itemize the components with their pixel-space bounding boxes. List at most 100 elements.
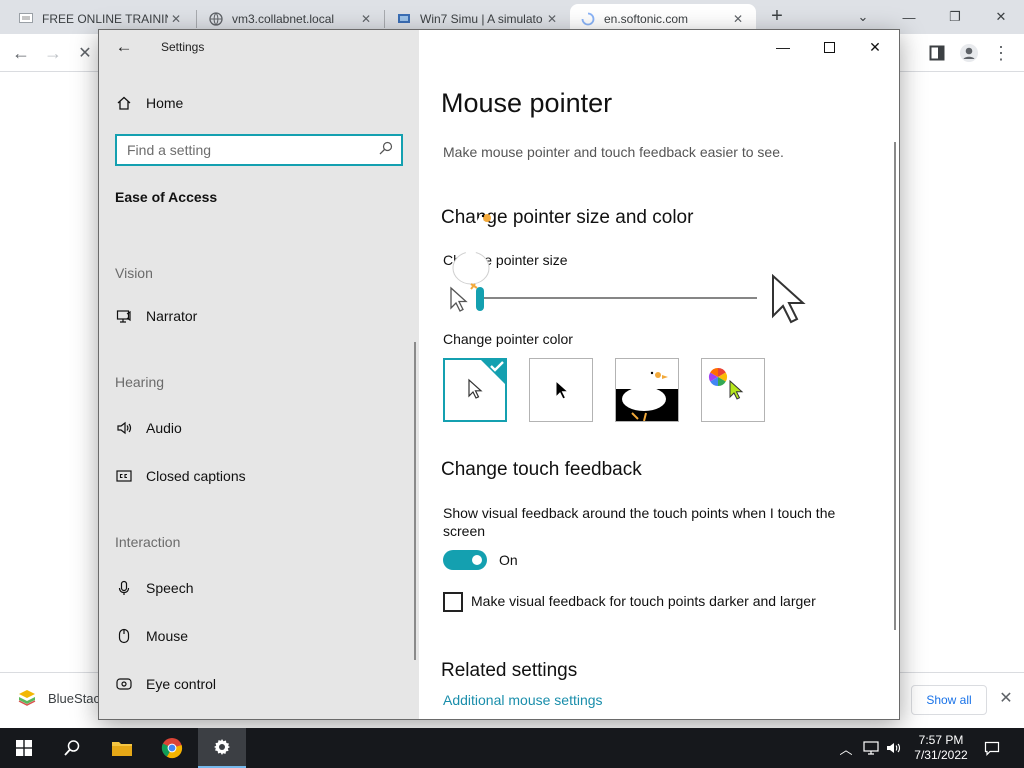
sidebar-item-mouse[interactable]: Mouse: [115, 627, 188, 645]
settings-content: — ✕ Mouse pointer Make mouse pointer and…: [419, 30, 899, 719]
tab-title: FREE ONLINE TRAINING: [42, 12, 168, 26]
settings-window: ← Settings Home Ease of Access Vision: [98, 29, 900, 720]
chrome-icon: [161, 738, 183, 759]
tab-separator: [196, 10, 197, 28]
sidebar-item-home[interactable]: Home: [115, 94, 183, 112]
search-taskbar-button[interactable]: [48, 728, 96, 768]
volume-icon[interactable]: [884, 728, 904, 768]
touch-feedback-toggle[interactable]: [443, 550, 487, 570]
tab-title: en.softonic.com: [604, 12, 689, 26]
action-center-icon[interactable]: [980, 728, 1004, 768]
chrome-taskbar-button[interactable]: [148, 728, 196, 768]
sidebar-item-eye-control[interactable]: Eye control: [115, 675, 216, 693]
sidebar-item-narrator[interactable]: Narrator: [115, 307, 197, 325]
touch-feedback-description: Show visual feedback around the touch po…: [443, 505, 836, 539]
settings-sidebar: ← Settings Home Ease of Access Vision: [99, 30, 419, 719]
forward-arrow-icon[interactable]: →: [40, 40, 66, 66]
new-tab-button[interactable]: +: [766, 6, 788, 28]
browser-restore-button[interactable]: ❐: [932, 4, 978, 30]
presentation-favicon: [18, 11, 34, 27]
sidebar-item-label: Audio: [146, 420, 182, 436]
goose-mascot-icon: [452, 214, 491, 290]
sidebar-scrollbar[interactable]: [414, 342, 416, 660]
network-icon[interactable]: [860, 728, 882, 768]
page-title: Mouse pointer: [441, 88, 613, 118]
browser-close-button[interactable]: ✕: [978, 4, 1024, 30]
darker-feedback-checkbox[interactable]: [443, 592, 463, 612]
black-pointer-icon: [555, 379, 570, 400]
stop-loading-icon[interactable]: ✕: [72, 40, 98, 66]
pointer-size-slider-thumb[interactable]: [476, 287, 484, 311]
pointer-color-custom[interactable]: [701, 358, 765, 422]
small-pointer-icon: [450, 286, 468, 312]
tab-separator: [384, 10, 385, 28]
side-panel-icon[interactable]: [924, 40, 950, 66]
page-subtitle: Make mouse pointer and touch feedback ea…: [443, 144, 784, 160]
clock-time: 7:57 PM: [918, 733, 964, 747]
app-title: Settings: [161, 40, 205, 54]
group-heading-vision: Vision: [115, 265, 153, 281]
custom-pointer-icon: [729, 379, 744, 400]
group-heading-hearing: Hearing: [115, 374, 165, 390]
sidebar-item-audio[interactable]: Audio: [115, 419, 182, 437]
inverted-pointer-icon: [616, 359, 678, 421]
profile-avatar-icon[interactable]: [956, 40, 982, 66]
close-tab-icon[interactable]: ✕: [544, 11, 560, 27]
back-arrow-icon[interactable]: ←: [113, 36, 135, 58]
tab-title: vm3.collabnet.local: [232, 12, 335, 26]
closed-captions-icon: [115, 467, 133, 485]
pointer-color-inverted[interactable]: [615, 358, 679, 422]
toggle-state-label: On: [499, 552, 518, 568]
browser-minimize-button[interactable]: —: [886, 4, 932, 30]
close-download-bar-icon[interactable]: ✕: [996, 689, 1016, 709]
pointer-color-black[interactable]: [529, 358, 593, 422]
search-icon[interactable]: [379, 141, 395, 157]
folder-icon: [112, 742, 132, 756]
browser-menu-icon[interactable]: ⋮: [988, 40, 1014, 66]
mouse-icon: [115, 627, 133, 645]
globe-icon: [208, 11, 224, 27]
search-input[interactable]: [117, 136, 367, 164]
sidebar-item-speech[interactable]: Speech: [115, 579, 193, 597]
window-close-button[interactable]: ✕: [858, 36, 892, 58]
content-scrollbar[interactable]: [894, 142, 896, 630]
window-maximize-button[interactable]: [812, 36, 846, 58]
close-tab-icon[interactable]: ✕: [730, 11, 746, 27]
file-explorer-button[interactable]: [98, 728, 146, 768]
show-hidden-icons-chevron-icon[interactable]: ︿: [836, 728, 856, 768]
gear-icon: [214, 739, 230, 755]
show-all-downloads-button[interactable]: Show all: [911, 685, 987, 715]
window-minimize-button[interactable]: —: [766, 36, 800, 58]
sidebar-item-label: Mouse: [146, 628, 189, 644]
sidebar-item-label: Speech: [146, 580, 194, 596]
settings-taskbar-button[interactable]: [198, 728, 246, 768]
close-tab-icon[interactable]: ✕: [358, 11, 374, 27]
tab-search-chevron-icon[interactable]: ⌄: [840, 4, 886, 30]
sidebar-item-label: Narrator: [146, 308, 198, 324]
checkmark-icon: [479, 358, 507, 386]
sidebar-item-label: Closed captions: [146, 468, 246, 484]
section-heading-related: Related settings: [441, 660, 578, 681]
speaker-icon: [115, 419, 133, 437]
pointer-color-white[interactable]: [443, 358, 507, 422]
search-icon: [64, 740, 80, 756]
additional-mouse-settings-link[interactable]: Additional mouse settings: [443, 692, 603, 708]
close-tab-icon[interactable]: ✕: [168, 11, 184, 27]
back-arrow-icon[interactable]: ←: [8, 40, 34, 66]
sidebar-item-closed-captions[interactable]: Closed captions: [115, 467, 246, 485]
taskbar-clock[interactable]: 7:57 PM 7/31/2022: [904, 733, 978, 763]
taskbar: ︿ 7:57 PM 7/31/2022: [0, 728, 1024, 768]
sidebar-item-label: Eye control: [146, 676, 217, 692]
section-heading-touch: Change touch feedback: [441, 459, 642, 480]
narrator-icon: [115, 307, 133, 325]
download-filename: BlueStac: [48, 690, 101, 706]
search-box[interactable]: [115, 134, 403, 166]
clock-date: 7/31/2022: [914, 748, 968, 762]
windows-logo-icon: [16, 740, 32, 756]
eye-control-icon: [115, 675, 133, 693]
bluestacks-icon: [18, 689, 36, 707]
download-item[interactable]: BlueStac: [18, 689, 100, 707]
microphone-icon: [115, 579, 133, 597]
start-button[interactable]: [0, 728, 48, 768]
pointer-size-slider[interactable]: [479, 297, 757, 299]
